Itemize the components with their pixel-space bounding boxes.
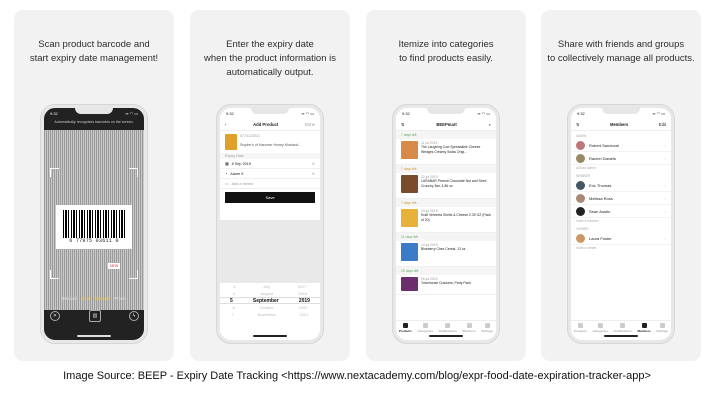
tab-notifications[interactable]: Notifications: [439, 323, 457, 333]
product-name: Snyder's of Hanover Honey Mustard...: [240, 143, 301, 147]
list-item[interactable]: 11 jul 2019 The Laughing Cow Spreadable C…: [396, 139, 496, 165]
page-title: Members: [609, 122, 629, 127]
invite-viewer-link[interactable]: Invite a viewer: [571, 245, 671, 251]
new-badge: NEW: [108, 263, 121, 269]
done-button[interactable]: Done: [305, 122, 315, 127]
panel-caption: Itemize into categories to find products…: [398, 39, 494, 64]
member-row[interactable]: Sean Austin ›: [571, 205, 671, 218]
panel-add-product: Enter the expiry date when the product i…: [190, 10, 350, 361]
mode-manual[interactable]: Manual: [62, 296, 77, 301]
avatar: [576, 193, 585, 203]
member-row[interactable]: Laura Foster ›: [571, 232, 671, 245]
phone-frame: 9:32 ▪▪ ◠ ▭ ‹ Add Product Done 0774123031…: [217, 105, 323, 343]
avatar: [576, 180, 585, 190]
tab-products[interactable]: Products: [399, 323, 412, 333]
camera-view: 6 77975 03611 0 NEW: [44, 130, 144, 310]
mode-scan-barcode[interactable]: Scan barcode: [82, 296, 110, 301]
alarm-field[interactable]: ◔ Alarm 5 ⊗: [220, 169, 320, 179]
phone-notch: [75, 108, 113, 114]
scan-hint: Automatically recognizes barcodes on the…: [54, 120, 134, 124]
tab-products[interactable]: Products: [574, 323, 587, 333]
scan-mode-tabs: Manual Scan barcode Photo: [44, 296, 144, 301]
flash-icon[interactable]: ϟ: [129, 311, 139, 321]
panel-caption: Share with friends and groups to collect…: [547, 39, 695, 64]
member-row[interactable]: Melissa Ross ›: [571, 192, 671, 205]
sort-icon[interactable]: ⇅: [576, 122, 580, 127]
sort-icon[interactable]: ⇅: [401, 122, 405, 127]
tab-categories[interactable]: Categories: [418, 323, 433, 333]
edit-button[interactable]: Edit: [659, 122, 666, 127]
phone-frame: 9:32 ▪▪ ◠ ▭ ⇅ Members Edit ADMIN Robert S…: [568, 105, 674, 343]
mode-photo[interactable]: Photo: [114, 296, 126, 301]
panel-caption: Scan product barcode and start expiry da…: [29, 39, 159, 64]
tab-settings[interactable]: Settings: [656, 323, 668, 333]
avatar: [576, 233, 585, 243]
tab-bar: Products Categories Notifications Member…: [396, 320, 496, 333]
list-item[interactable]: 23 jul 2019 Kraft Velveeta Shells & Chees…: [396, 207, 496, 233]
list-item[interactable]: 22 jul 2019 LARABAR Peanut Chocolate Nut …: [396, 173, 496, 199]
tab-members[interactable]: Members: [463, 323, 476, 333]
tab-notifications[interactable]: Notifications: [614, 323, 632, 333]
date-picker[interactable]: 1 July 2017 4 August 2018 5 September 2019 6 Oc…: [220, 283, 320, 335]
clear-icon[interactable]: ⊗: [312, 161, 315, 166]
tab-members[interactable]: Members: [638, 323, 651, 333]
close-icon[interactable]: ✕: [50, 311, 60, 321]
memo-field[interactable]: ▭ Add a memo: [220, 179, 320, 189]
product-image: [225, 134, 237, 150]
header: ⇅ Members Edit: [571, 119, 671, 131]
member-row[interactable]: Robert Sandoval ›: [571, 139, 671, 152]
phone-frame: 9:32 ▪▪ ◠ ▭ Automatically recognizes barc…: [41, 105, 147, 343]
list-item[interactable]: 26 jul 2019 Townhouse Crackers, Party Pac…: [396, 275, 496, 295]
search-icon[interactable]: ⌕: [489, 122, 491, 127]
avatar: [576, 206, 585, 216]
product-info: 0774123031 Snyder's of Hanover Honey Mus…: [220, 131, 320, 153]
panel-caption: Enter the expiry date when the product i…: [203, 39, 337, 78]
panel-members: Share with friends and groups to collect…: [541, 10, 701, 361]
memo-icon: ▭: [225, 182, 229, 186]
page-title: Add Product: [253, 122, 279, 127]
tab-categories[interactable]: Categories: [593, 323, 608, 333]
avatar: [576, 140, 585, 150]
date-field[interactable]: ▦ 8 Sep 2019 ⊗: [220, 159, 320, 169]
barcode-image: 6 77975 03611 0: [56, 205, 132, 249]
list-item[interactable]: 14 jul 2019 Blueberry Chex Cereal, 13 oz: [396, 241, 496, 267]
header: ‹ Add Product Done: [220, 119, 320, 131]
member-row[interactable]: Rachel Daniels ›: [571, 152, 671, 165]
avatar: [576, 153, 585, 163]
panel-product-list: Itemize into categories to find products…: [366, 10, 526, 361]
image-source-caption: Image Source: BEEP - Expiry Date Trackin…: [63, 370, 651, 382]
panel-scan: Scan product barcode and start expiry da…: [14, 10, 174, 361]
phone-frame: 9:32 ▪▪ ◠ ▭ ⇅ BEEPmart ⌕ 7 days left 11 j…: [393, 105, 499, 343]
header: ⇅ BEEPmart ⌕: [396, 119, 496, 131]
calendar-icon: ▦: [225, 162, 229, 166]
member-row[interactable]: Eric Thomas ›: [571, 179, 671, 192]
product-list: 7 days left 11 jul 2019 The Laughing Cow …: [396, 131, 496, 295]
tab-bar: Products Categories Notifications Member…: [571, 320, 671, 333]
barcode-scan-icon[interactable]: ▥: [89, 310, 101, 322]
back-icon[interactable]: ‹: [225, 122, 226, 127]
tab-settings[interactable]: Settings: [481, 323, 493, 333]
bell-icon: ◔: [225, 171, 228, 176]
page-title: BEEPmart: [436, 122, 457, 127]
save-button[interactable]: Save: [225, 192, 315, 203]
